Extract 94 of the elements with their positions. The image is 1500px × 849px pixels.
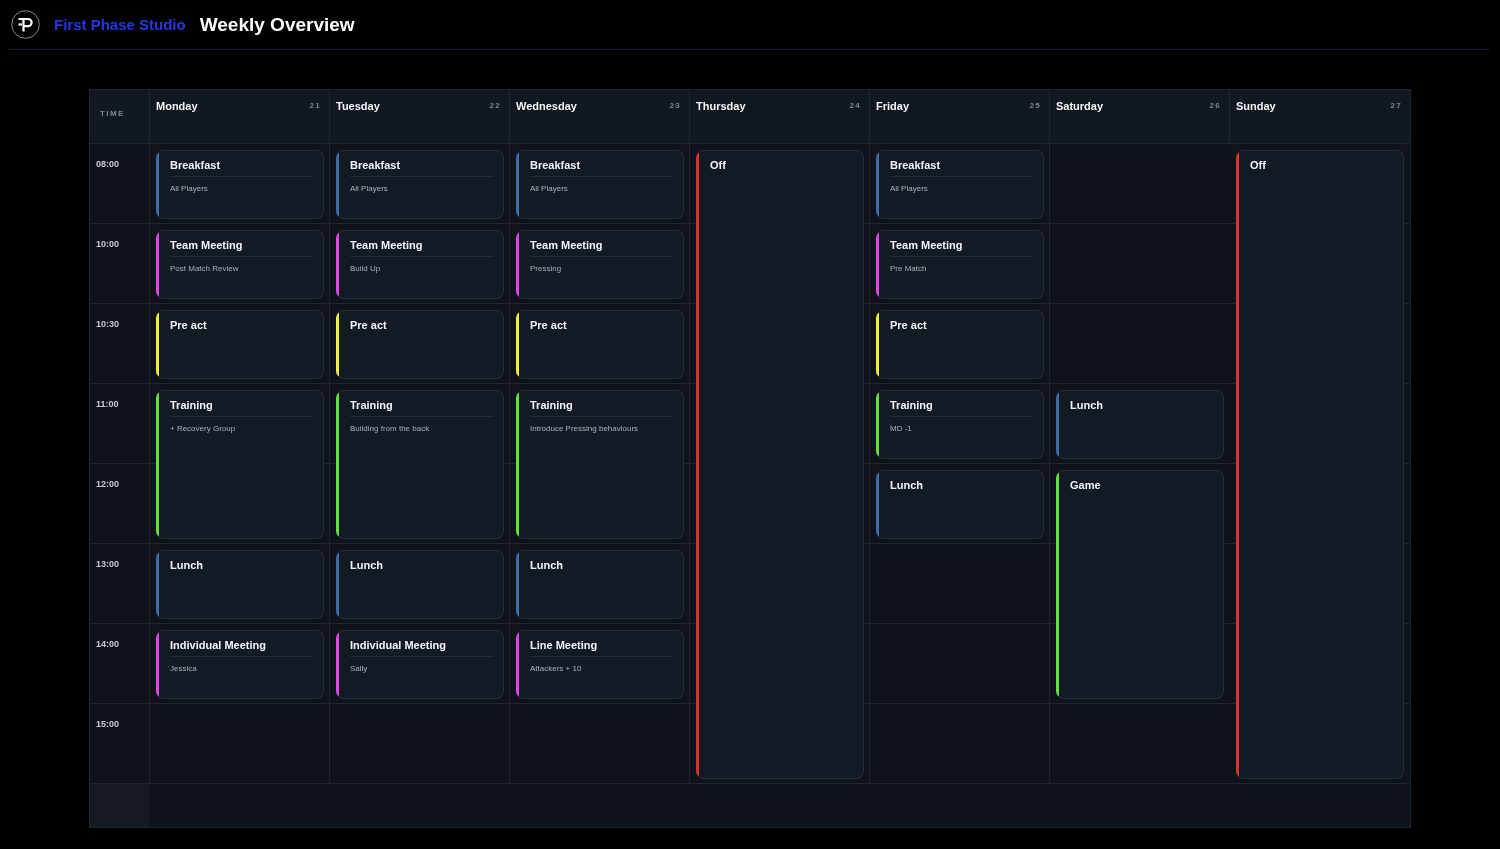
day-name: Wednesday [516,99,577,113]
time-column-header: TIME [90,90,150,144]
event-card[interactable]: Off [696,150,864,779]
event-title: Line Meeting [530,638,598,652]
event-subtitle: Introduce Pressing behaviours [530,424,639,434]
event-title: Individual Meeting [170,638,266,652]
event-card[interactable]: Training MD -1 [876,390,1044,459]
event-subtitle: Pre Match [890,264,927,274]
page-title: Weekly Overview [199,13,355,36]
event-title: Team Meeting [170,238,243,252]
time-label: 15:00 [96,719,120,729]
event-title: Breakfast [170,158,221,172]
event-card[interactable]: Lunch [336,550,504,619]
event-card[interactable]: Team Meeting Pre Match [876,230,1044,299]
event-title: Lunch [350,558,383,572]
event-title: Team Meeting [350,238,423,252]
event-card[interactable]: Breakfast All Players [156,150,324,219]
event-title: Pre act [350,318,387,332]
event-title: Off [710,158,726,172]
event-subtitle: + Recovery Group [170,424,236,434]
event-card[interactable]: Individual Meeting Jessica [156,630,324,699]
event-card[interactable]: Team Meeting Pressing [516,230,684,299]
event-card[interactable]: Individual Meeting Sally [336,630,504,699]
event-card[interactable]: Pre act [876,310,1044,379]
time-label: 10:00 [96,239,120,249]
event-title: Breakfast [530,158,581,172]
event-subtitle: Building from the back [350,424,430,434]
time-label: 08:00 [96,159,120,169]
event-subtitle: All Players [890,184,928,194]
event-card[interactable]: Game [1056,470,1224,699]
event-card[interactable]: Training + Recovery Group [156,390,324,539]
event-title: Training [170,398,213,412]
event-subtitle: All Players [530,184,568,194]
day-name: Friday [876,99,909,113]
event-title: Breakfast [350,158,401,172]
day-date: 21 [309,100,321,112]
event-title: Pre act [530,318,567,332]
event-title: Breakfast [890,158,941,172]
event-card[interactable]: Pre act [336,310,504,379]
event-title: Lunch [1070,398,1103,412]
event-card[interactable]: Breakfast All Players [336,150,504,219]
event-title: Lunch [170,558,203,572]
event-card[interactable]: Lunch [1056,390,1224,459]
day-name: Monday [156,99,198,113]
event-card[interactable]: Pre act [516,310,684,379]
time-label: 12:00 [96,479,120,489]
event-subtitle: Build Up [350,264,381,274]
event-title: Pre act [170,318,207,332]
event-title: Team Meeting [890,238,963,252]
event-card[interactable]: Team Meeting Post Match Review [156,230,324,299]
event-title: Off [1250,158,1266,172]
event-title: Lunch [530,558,563,572]
event-subtitle: All Players [170,184,208,194]
day-name: Tuesday [336,99,380,113]
event-subtitle: Attackers + 10 [530,664,582,674]
day-name: Saturday [1056,99,1104,113]
event-card[interactable]: Lunch [156,550,324,619]
event-card[interactable]: Training Introduce Pressing behaviours [516,390,684,539]
time-label: 14:00 [96,639,120,649]
day-date: 25 [1029,100,1041,112]
event-card[interactable]: Lunch [516,550,684,619]
time-label: 11:00 [96,399,119,409]
day-date: 26 [1209,100,1221,112]
event-card[interactable]: Breakfast All Players [876,150,1044,219]
event-subtitle: MD -1 [890,424,912,434]
event-card[interactable]: Training Building from the back [336,390,504,539]
event-card[interactable]: Off [1236,150,1404,779]
event-subtitle: All Players [350,184,388,194]
logo-icon [11,10,40,39]
event-title: Game [1070,478,1101,492]
event-card[interactable]: Pre act [156,310,324,379]
event-title: Team Meeting [530,238,603,252]
event-card[interactable]: Lunch [876,470,1044,539]
event-title: Training [890,398,933,412]
event-subtitle: Jessica [170,664,197,674]
event-subtitle: Post Match Review [170,264,239,274]
event-subtitle: Pressing [530,264,562,274]
event-card[interactable]: Breakfast All Players [516,150,684,219]
day-date: 23 [669,100,681,112]
day-date: 24 [849,100,861,112]
event-title: Training [350,398,393,412]
event-subtitle: Sally [350,664,368,674]
event-title: Lunch [890,478,923,492]
day-name: Sunday [1236,99,1276,113]
day-date: 22 [489,100,501,112]
event-title: Training [530,398,573,412]
event-card[interactable]: Team Meeting Build Up [336,230,504,299]
time-label: 13:00 [96,559,120,569]
event-title: Individual Meeting [350,638,446,652]
event-title: Pre act [890,318,927,332]
day-date: 27 [1390,100,1402,112]
day-name: Thursday [696,99,746,113]
time-label: 10:30 [96,319,120,329]
event-card[interactable]: Line Meeting Attackers + 10 [516,630,684,699]
